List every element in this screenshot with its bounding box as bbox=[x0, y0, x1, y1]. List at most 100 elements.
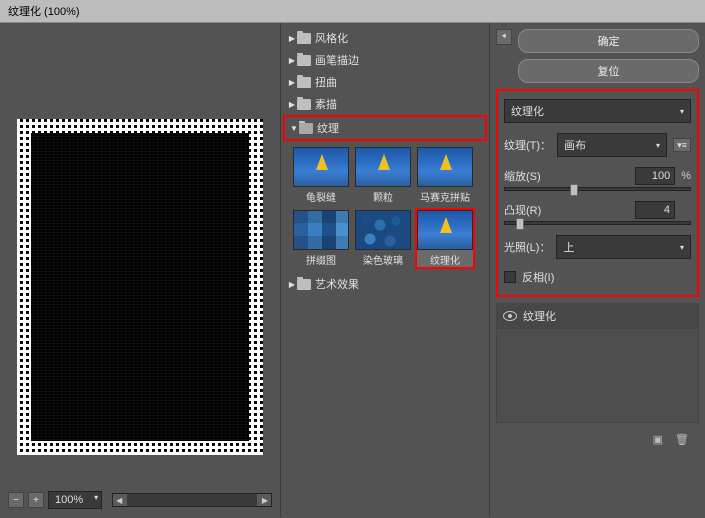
visibility-eye-icon[interactable] bbox=[503, 311, 517, 321]
thumb-label: 颗粒 bbox=[373, 189, 393, 204]
top-buttons: ⯇ 确定 复位 bbox=[496, 29, 699, 83]
thumb-texturizer[interactable]: 纹理化 bbox=[415, 208, 475, 269]
category-brush-strokes[interactable]: ▶ 画笔描边 bbox=[283, 49, 487, 71]
thumb-patchwork[interactable]: 拼缀图 bbox=[291, 208, 351, 269]
folder-icon bbox=[297, 99, 311, 110]
new-effect-layer-button[interactable]: ▣ bbox=[653, 433, 663, 446]
ok-reset-group: 确定 复位 bbox=[518, 29, 699, 83]
invert-checkbox-row[interactable]: 反相(I) bbox=[504, 269, 691, 285]
zoom-in-button[interactable]: + bbox=[28, 492, 44, 508]
light-dropdown[interactable]: 上 ▾ bbox=[556, 235, 691, 259]
folder-icon bbox=[297, 55, 311, 66]
zoom-out-button[interactable]: − bbox=[8, 492, 24, 508]
scale-label: 缩放(S) bbox=[504, 168, 629, 184]
category-label: 素描 bbox=[315, 96, 337, 112]
folder-icon bbox=[297, 77, 311, 88]
delete-effect-layer-button[interactable]: 🗑 bbox=[675, 433, 689, 446]
light-label: 光照(L)： bbox=[504, 239, 550, 255]
relief-group: 凸现(R) 4 bbox=[504, 201, 691, 225]
thumb-image bbox=[417, 210, 473, 250]
collapse-toggle[interactable]: ⯇ bbox=[496, 29, 512, 45]
thumb-mosaic-tiles[interactable]: 马赛克拼贴 bbox=[415, 145, 475, 206]
main-area: − + 100% ◀ ▶ ▶ 风格化 ▶ 画笔描边 ▶ 扭曲 bbox=[0, 23, 705, 517]
texture-thumbnails: 龟裂缝 颗粒 马赛克拼贴 拼缀图 染色玻璃 纹理化 bbox=[283, 141, 487, 273]
category-label: 扭曲 bbox=[315, 74, 337, 90]
thumb-grain[interactable]: 颗粒 bbox=[353, 145, 413, 206]
thumb-image bbox=[355, 147, 411, 187]
twisty-icon: ▶ bbox=[287, 280, 297, 289]
twisty-icon: ▶ bbox=[287, 56, 297, 65]
filter-name-dropdown[interactable]: 纹理化 ▾ bbox=[504, 99, 691, 123]
reset-button[interactable]: 复位 bbox=[518, 59, 699, 83]
category-artistic[interactable]: ▶ 艺术效果 bbox=[283, 273, 487, 295]
twisty-icon: ▶ bbox=[287, 100, 297, 109]
scroll-right-icon: ▶ bbox=[262, 496, 268, 505]
folder-icon bbox=[297, 33, 311, 44]
category-stylize[interactable]: ▶ 风格化 bbox=[283, 27, 487, 49]
slider-handle[interactable] bbox=[516, 218, 524, 230]
texture-row: 纹理(T)： 画布 ▾ ▾≡ bbox=[504, 133, 691, 157]
chevron-down-icon: ▾ bbox=[680, 243, 684, 252]
folder-icon bbox=[299, 123, 313, 134]
layers-footer: ▣ 🗑 bbox=[496, 429, 699, 450]
chevron-down-icon: ▾ bbox=[656, 141, 660, 150]
category-label: 艺术效果 bbox=[315, 276, 359, 292]
folder-icon bbox=[297, 279, 311, 290]
texture-category-highlight: ▼ 纹理 bbox=[283, 115, 487, 141]
thumb-label: 龟裂缝 bbox=[306, 189, 336, 204]
window-title: 纹理化 (100%) bbox=[8, 6, 80, 18]
thumb-image bbox=[355, 210, 411, 250]
texture-dropdown[interactable]: 画布 ▾ bbox=[557, 133, 667, 157]
ok-button[interactable]: 确定 bbox=[518, 29, 699, 53]
twisty-icon: ▶ bbox=[287, 78, 297, 87]
invert-checkbox[interactable] bbox=[504, 271, 516, 283]
category-label: 画笔描边 bbox=[315, 52, 359, 68]
preview-image bbox=[17, 119, 263, 455]
thumb-image bbox=[293, 147, 349, 187]
zoom-dropdown[interactable]: 100% bbox=[48, 491, 102, 509]
preview-pane: − + 100% ◀ ▶ bbox=[0, 23, 280, 517]
thumb-stained-glass[interactable]: 染色玻璃 bbox=[353, 208, 413, 269]
chevron-down-icon: ▾ bbox=[680, 107, 684, 116]
texture-label: 纹理(T)： bbox=[504, 137, 551, 153]
twisty-icon: ▶ bbox=[287, 34, 297, 43]
window-titlebar: 纹理化 (100%) bbox=[0, 0, 705, 23]
category-distort[interactable]: ▶ 扭曲 bbox=[283, 71, 487, 93]
scale-input[interactable]: 100 bbox=[635, 167, 675, 185]
thumb-image bbox=[293, 210, 349, 250]
preview-canvas[interactable] bbox=[4, 87, 276, 487]
percent-sign: % bbox=[681, 170, 691, 182]
scroll-left-icon: ◀ bbox=[116, 496, 122, 505]
light-row: 光照(L)： 上 ▾ bbox=[504, 235, 691, 259]
filter-browser-pane: ▶ 风格化 ▶ 画笔描边 ▶ 扭曲 ▶ 素描 ▼ 纹理 bbox=[280, 23, 490, 517]
category-label: 纹理 bbox=[317, 120, 339, 136]
scale-slider[interactable] bbox=[504, 187, 691, 191]
relief-slider[interactable] bbox=[504, 221, 691, 225]
effect-layers-panel: 纹理化 bbox=[496, 303, 699, 423]
texture-value: 画布 bbox=[564, 137, 586, 153]
twisty-open-icon: ▼ bbox=[289, 124, 299, 133]
thumb-label: 纹理化 bbox=[430, 252, 460, 267]
scale-group: 缩放(S) 100 % bbox=[504, 167, 691, 191]
light-value: 上 bbox=[563, 239, 574, 255]
invert-label: 反相(I) bbox=[522, 269, 554, 285]
preview-texture-border bbox=[17, 119, 263, 455]
slider-handle[interactable] bbox=[570, 184, 578, 196]
thumb-image bbox=[417, 147, 473, 187]
preview-scrollbar[interactable]: ◀ ▶ bbox=[112, 493, 272, 507]
zoom-value: 100% bbox=[55, 494, 83, 506]
relief-label: 凸现(R) bbox=[504, 202, 629, 218]
effect-layer-row[interactable]: 纹理化 bbox=[497, 304, 698, 329]
thumb-label: 染色玻璃 bbox=[363, 252, 403, 267]
thumb-craquelure[interactable]: 龟裂缝 bbox=[291, 145, 351, 206]
texture-menu-button[interactable]: ▾≡ bbox=[673, 138, 691, 152]
category-sketch[interactable]: ▶ 素描 bbox=[283, 93, 487, 115]
filter-settings-highlight: 纹理化 ▾ 纹理(T)： 画布 ▾ ▾≡ 缩放(S) 100 % bbox=[496, 89, 699, 297]
thumb-label: 拼缀图 bbox=[306, 252, 336, 267]
settings-pane: ⯇ 确定 复位 纹理化 ▾ 纹理(T)： 画布 ▾ ▾≡ 缩放(S bbox=[490, 23, 705, 517]
relief-input[interactable]: 4 bbox=[635, 201, 675, 219]
category-texture[interactable]: ▼ 纹理 bbox=[285, 117, 485, 139]
thumb-label: 马赛克拼贴 bbox=[420, 189, 470, 204]
category-label: 风格化 bbox=[315, 30, 348, 46]
preview-footer: − + 100% ◀ ▶ bbox=[4, 487, 276, 513]
